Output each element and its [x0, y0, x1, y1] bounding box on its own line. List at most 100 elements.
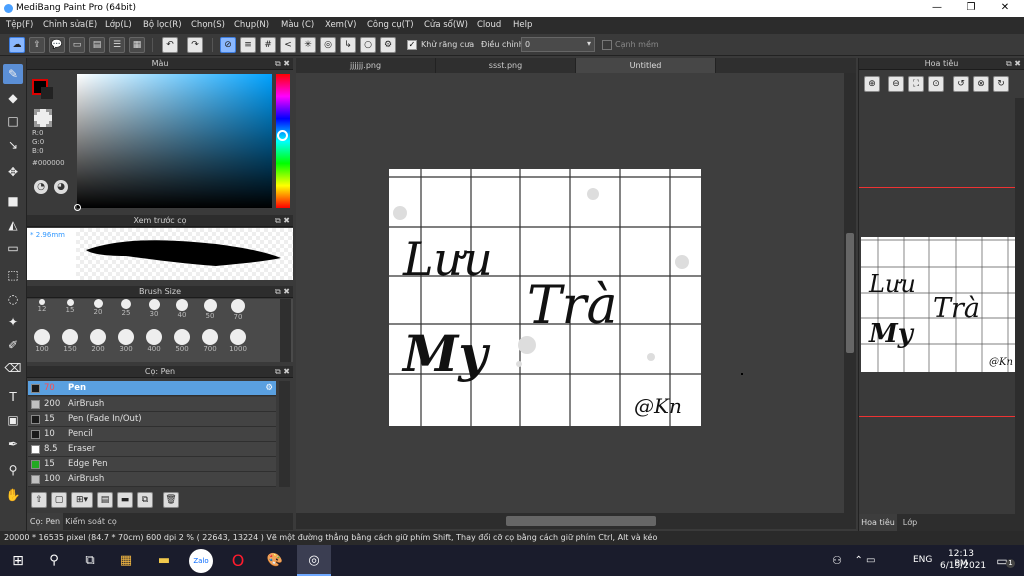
trash-icon[interactable]: 🗑: [163, 492, 179, 508]
eraser-tool-icon[interactable]: ◆: [3, 88, 23, 108]
list-icon[interactable]: ☰: [109, 37, 125, 53]
language-indicator[interactable]: ENG: [913, 555, 932, 565]
brush-item-edge-pen[interactable]: 15 Edge Pen: [28, 457, 276, 472]
brush-size-option[interactable]: 150: [57, 329, 83, 353]
vanishing-snap-icon[interactable]: <: [280, 37, 296, 53]
rectangle-tool-icon[interactable]: □: [3, 111, 23, 131]
brush-settings-icon[interactable]: ▤: [97, 492, 113, 508]
transparent-swatch[interactable]: [34, 109, 52, 127]
radial-snap-icon[interactable]: ✳: [300, 37, 316, 53]
settings-snap-icon[interactable]: ⚙: [380, 37, 396, 53]
line-tool-icon[interactable]: ↘: [3, 135, 23, 155]
document-icon[interactable]: ▤: [89, 37, 105, 53]
grid-icon[interactable]: ▦: [129, 37, 145, 53]
tab-brush[interactable]: Cọ: Pen: [27, 513, 63, 530]
brush-size-option[interactable]: 15: [57, 299, 83, 314]
upload-brush-icon[interactable]: ⇧: [31, 492, 47, 508]
hue-slider-handle[interactable]: [277, 130, 288, 141]
select-pen-tool-icon[interactable]: ✐: [3, 335, 23, 355]
menu-edit[interactable]: Chỉnh sửa(E): [43, 20, 97, 30]
dropper-tool-icon[interactable]: ⚲: [3, 460, 23, 480]
canvas-vertical-scrollbar[interactable]: [844, 73, 856, 513]
menu-tools[interactable]: Công cụ(T): [367, 20, 414, 30]
panel-controls-icon[interactable]: ⧉ ✖: [275, 58, 290, 70]
tab-document[interactable]: jjjjjj.png: [296, 58, 436, 73]
palette-icon[interactable]: ◔: [34, 180, 48, 194]
eyedropper-tool-icon[interactable]: ✒: [3, 434, 23, 454]
cloud-icon[interactable]: ☁: [9, 37, 25, 53]
color-saturation-picker[interactable]: [74, 74, 272, 211]
menu-select[interactable]: Chọn(S): [191, 20, 225, 30]
comment-icon[interactable]: 💬: [49, 37, 65, 53]
menu-cloud[interactable]: Cloud: [477, 20, 501, 30]
people-icon[interactable]: ⚇: [825, 549, 849, 573]
adjust-select[interactable]: 0 ▾: [521, 37, 595, 52]
horizontal-scroll-thumb[interactable]: [506, 516, 656, 526]
share-icon[interactable]: ⇪: [29, 37, 45, 53]
brush-size-option[interactable]: 25: [113, 299, 139, 317]
maximize-button[interactable]: ❐: [954, 0, 988, 17]
hue-slider[interactable]: [276, 74, 290, 208]
magic-wand-tool-icon[interactable]: ✦: [3, 312, 23, 332]
palette-add-icon[interactable]: ◕: [54, 180, 68, 194]
zalo-icon[interactable]: Zalo: [189, 549, 213, 573]
rotate-left-icon[interactable]: ↺: [953, 76, 969, 92]
tab-brush-control[interactable]: Kiểm soát cọ: [65, 513, 117, 530]
brush-item-pencil[interactable]: 10 Pencil: [28, 427, 276, 442]
select-eraser-tool-icon[interactable]: ⌫: [3, 358, 23, 378]
gradient-tool-icon[interactable]: ▭: [3, 238, 23, 258]
search-icon[interactable]: ⚲: [42, 549, 66, 573]
redo-icon[interactable]: ↷: [187, 37, 203, 53]
concentric-snap-icon[interactable]: ◎: [320, 37, 336, 53]
copy-brush-icon[interactable]: ⧉: [137, 492, 153, 508]
brush-size-option[interactable]: 50: [197, 299, 223, 320]
snap-off-icon[interactable]: ⊘: [220, 37, 236, 53]
select-tool-icon[interactable]: ⬚: [3, 265, 23, 285]
windows-start-icon[interactable]: ⊞: [6, 549, 30, 573]
hand-tool-icon[interactable]: ✋: [3, 485, 23, 505]
file-explorer-icon[interactable]: ▬: [152, 549, 176, 573]
brush-size-option[interactable]: 200: [85, 329, 111, 353]
folder-icon[interactable]: ▬: [117, 492, 133, 508]
color-picker-cursor[interactable]: [74, 204, 81, 211]
brush-size-option[interactable]: 700: [197, 329, 223, 353]
canvas-area[interactable]: Lưu Trà My @Kn: [296, 73, 844, 513]
canvas-horizontal-scrollbar[interactable]: [296, 513, 856, 529]
brush-size-option[interactable]: 300: [113, 329, 139, 353]
actual-size-icon[interactable]: ⊙: [928, 76, 944, 92]
add-brush-icon[interactable]: ⊞▾: [71, 492, 93, 508]
gear-icon[interactable]: ⚙: [265, 381, 273, 396]
menu-view[interactable]: Xem(V): [325, 20, 356, 30]
lasso-tool-icon[interactable]: ◌: [3, 289, 23, 309]
reset-rotation-icon[interactable]: ⊗: [973, 76, 989, 92]
tab-document-active[interactable]: Untitled: [576, 58, 716, 73]
brush-size-option[interactable]: 40: [169, 299, 195, 319]
vertical-scroll-thumb[interactable]: [846, 233, 854, 353]
brush-item-airbrush[interactable]: 100 AirBrush: [28, 472, 276, 487]
brush-size-option[interactable]: 20: [85, 299, 111, 316]
panel-tool-icon[interactable]: ▣: [3, 410, 23, 430]
menu-help[interactable]: Help: [513, 20, 532, 30]
undo-icon[interactable]: ↶: [162, 37, 178, 53]
brush-size-option[interactable]: 400: [141, 329, 167, 353]
fit-icon[interactable]: ⛶: [908, 76, 924, 92]
navigator-scrollbar[interactable]: [1015, 98, 1024, 516]
antialias-checkbox[interactable]: ✓: [407, 40, 417, 50]
menu-color[interactable]: Màu (C): [281, 20, 314, 30]
brush-list-scrollbar[interactable]: [279, 381, 290, 487]
menu-capture[interactable]: Chụp(N): [234, 20, 269, 30]
brush-item-pen[interactable]: 70 Pen ⚙: [28, 381, 276, 396]
brush-size-option[interactable]: 12: [29, 299, 55, 313]
minimize-button[interactable]: —: [920, 0, 954, 17]
background-color-swatch[interactable]: [41, 87, 53, 99]
brush-tool-icon[interactable]: ✎: [3, 64, 23, 84]
menu-layer[interactable]: Lớp(L): [105, 20, 132, 30]
rotate-right-icon[interactable]: ↻: [993, 76, 1009, 92]
brush-size-option[interactable]: 30: [141, 299, 167, 318]
zoom-in-icon[interactable]: ⊕: [864, 76, 880, 92]
brush-size-option[interactable]: 100: [29, 329, 55, 353]
cross-snap-icon[interactable]: #: [260, 37, 276, 53]
clock-date[interactable]: 6/19/2021: [940, 561, 986, 571]
panel-controls-icon[interactable]: ⧉ ✖: [1006, 58, 1021, 70]
curve-snap-icon[interactable]: ↳: [340, 37, 356, 53]
